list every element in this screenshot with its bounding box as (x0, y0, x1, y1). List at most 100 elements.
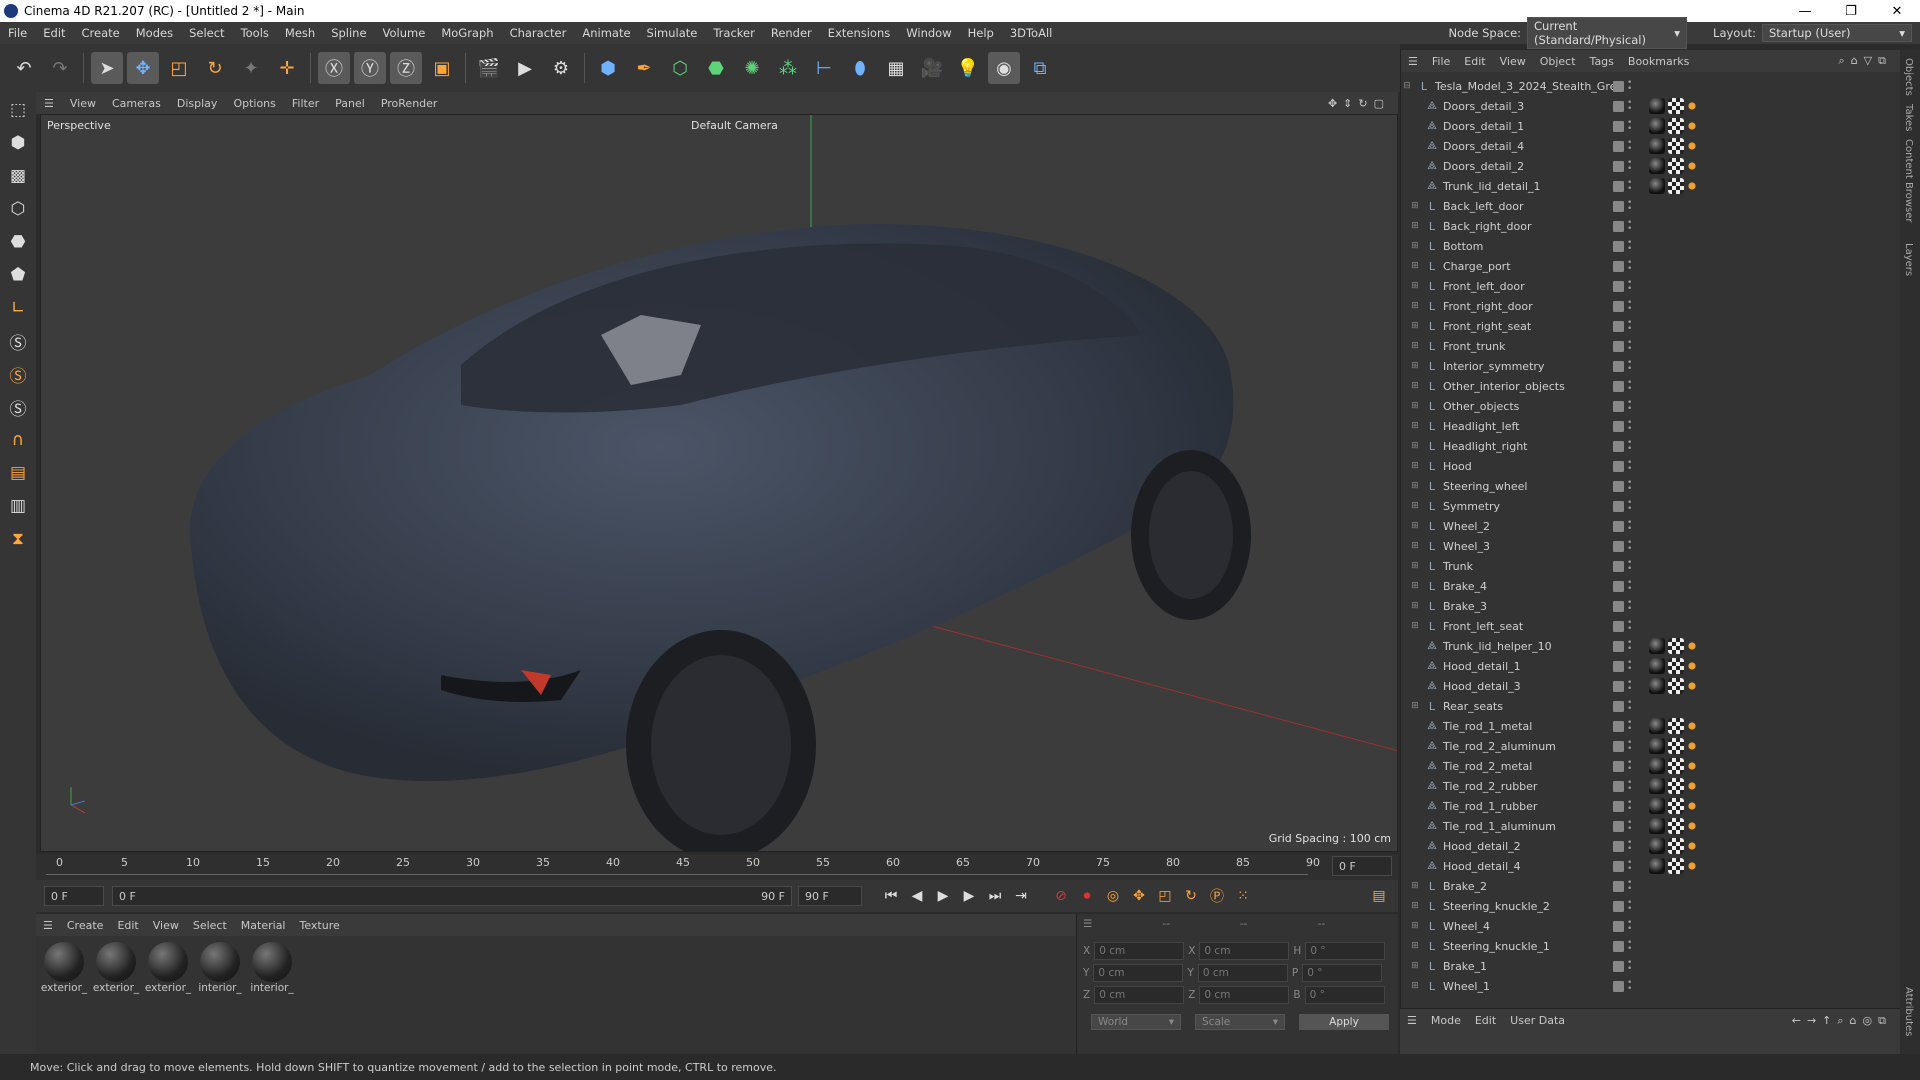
object-row[interactable]: ⊞ L Back_left_door • • (1401, 196, 1893, 216)
material-tag-icon[interactable] (1649, 638, 1665, 654)
expand-icon[interactable]: ⊞ (1409, 981, 1421, 991)
menu-3dtoall[interactable]: 3DToAll (1002, 26, 1061, 40)
layer-checkbox[interactable] (1613, 440, 1624, 452)
expand-icon[interactable]: ⊞ (1409, 261, 1421, 271)
hamburger-icon[interactable]: ☰ (1083, 918, 1092, 930)
hamburger-icon[interactable]: ☰ (1401, 55, 1425, 68)
material-tag-icon[interactable] (1649, 138, 1665, 154)
viewport-nav-icons[interactable]: ✥⇕↻▢ (1328, 97, 1398, 110)
3d-viewport[interactable]: Perspective Default Camera Grid Spacing … (40, 114, 1398, 852)
layer-checkbox[interactable] (1613, 80, 1624, 92)
visibility-dots[interactable]: • • (1627, 899, 1632, 914)
uvw-tag-icon[interactable] (1668, 818, 1684, 834)
object-row[interactable]: ⟁ Tie_rod_1_rubber • • (1401, 796, 1893, 816)
material-tag-icon[interactable] (1649, 658, 1665, 674)
object-row[interactable]: ⟁ Trunk_lid_helper_10 • • (1401, 636, 1893, 656)
phong-tag-icon[interactable] (1687, 798, 1697, 814)
undo-icon[interactable]: ↶ (8, 52, 40, 84)
layer-checkbox[interactable] (1613, 180, 1624, 192)
object-row[interactable]: ⊞ L Headlight_left • • (1401, 416, 1893, 436)
uvw-tag-icon[interactable] (1668, 178, 1684, 194)
timeline-ruler[interactable]: 0 5 10 15 20 25 30 35 40 45 50 55 60 65 … (36, 854, 1398, 880)
visibility-dots[interactable]: • • (1627, 699, 1632, 714)
expand-icon[interactable]: ⊞ (1409, 461, 1421, 471)
object-row[interactable]: ⊞ L Hood • • (1401, 456, 1893, 476)
menu-window[interactable]: Window (898, 26, 959, 40)
material-menu-view[interactable]: View (146, 919, 186, 932)
layer-checkbox[interactable] (1613, 580, 1624, 592)
visibility-dots[interactable]: • • (1627, 219, 1632, 234)
position-x-field[interactable]: 0 cm (1094, 942, 1185, 960)
uvw-tag-icon[interactable] (1668, 798, 1684, 814)
phong-tag-icon[interactable] (1687, 658, 1697, 674)
menu-edit[interactable]: Edit (35, 26, 73, 40)
live-selection-icon[interactable]: ✦ (235, 52, 267, 84)
object-row[interactable]: ⟁ Hood_detail_4 • • (1401, 856, 1893, 876)
visibility-dots[interactable]: • • (1627, 759, 1632, 774)
key-rotation-icon[interactable]: ↻ (1178, 883, 1204, 909)
menu-mograph[interactable]: MoGraph (433, 26, 501, 40)
visibility-dots[interactable]: • • (1627, 439, 1632, 454)
visibility-dots[interactable]: • • (1627, 499, 1632, 514)
tab-layers[interactable]: Layers (1903, 243, 1914, 276)
pen-spline-icon[interactable]: ✒ (628, 52, 660, 84)
phong-tag-icon[interactable] (1687, 678, 1697, 694)
layer-checkbox[interactable] (1613, 140, 1624, 152)
expand-icon[interactable]: ⊞ (1409, 341, 1421, 351)
object-row[interactable]: ⊞ L Front_right_seat • • (1401, 316, 1893, 336)
uvw-tag-icon[interactable] (1668, 138, 1684, 154)
tab-takes[interactable]: Takes (1903, 104, 1914, 131)
object-row[interactable]: ⊞ L Brake_2 • • (1401, 876, 1893, 896)
visibility-dots[interactable]: • • (1627, 419, 1632, 434)
phong-tag-icon[interactable] (1687, 818, 1697, 834)
key-scale-icon[interactable]: ◰ (1152, 883, 1178, 909)
object-row[interactable]: ⊞ L Brake_4 • • (1401, 576, 1893, 596)
edges-mode-icon[interactable]: ⬣ (3, 227, 33, 257)
layer-checkbox[interactable] (1613, 360, 1624, 372)
material-tag-icon[interactable] (1649, 118, 1665, 134)
visibility-dots[interactable]: • • (1627, 659, 1632, 674)
viewport-menu-options[interactable]: Options (225, 97, 283, 110)
object-menu-bookmarks[interactable]: Bookmarks (1621, 55, 1696, 68)
visibility-dots[interactable]: • • (1627, 399, 1632, 414)
visibility-dots[interactable]: • • (1627, 639, 1632, 654)
go-to-end-icon[interactable]: ⏭ (982, 883, 1008, 909)
texture-mode-icon[interactable]: ▩ (3, 161, 33, 191)
phong-tag-icon[interactable] (1687, 118, 1697, 134)
layer-checkbox[interactable] (1613, 620, 1624, 632)
step-back-icon[interactable]: ◀ (904, 883, 930, 909)
go-to-end-frame-icon[interactable]: ⇥ (1008, 883, 1034, 909)
visibility-dots[interactable]: • • (1627, 979, 1632, 994)
position-y-field[interactable]: 0 cm (1093, 964, 1184, 982)
expand-icon[interactable]: ⊞ (1409, 281, 1421, 291)
tab-attributes[interactable]: Attributes (1903, 987, 1914, 1036)
visibility-dots[interactable]: • • (1627, 359, 1632, 374)
object-manager-tool-icons[interactable]: ⌕⌂▽⧉ (1839, 54, 1900, 68)
tree-root-row[interactable]: ⊟ L Tesla_Model_3_2024_Stealth_Grey • • (1401, 76, 1893, 96)
coordinate-mode-dropdown[interactable]: World ▾ (1091, 1014, 1181, 1030)
object-row[interactable]: ⊞ L Front_trunk • • (1401, 336, 1893, 356)
visibility-dots[interactable]: • • (1627, 719, 1632, 734)
object-row[interactable]: ⊞ L Brake_1 • • (1401, 956, 1893, 976)
material-swatch[interactable]: exterior_ (93, 942, 139, 1048)
phong-tag-icon[interactable] (1687, 778, 1697, 794)
viewport-menu-display[interactable]: Display (169, 97, 226, 110)
viewport-menu-view[interactable]: View (62, 97, 104, 110)
object-row[interactable]: ⟁ Hood_detail_3 • • (1401, 676, 1893, 696)
material-menu-create[interactable]: Create (60, 919, 111, 932)
rotation-h-field[interactable]: 0 ° (1305, 942, 1386, 960)
object-row[interactable]: ⊞ L Front_left_door • • (1401, 276, 1893, 296)
object-row[interactable]: ⊞ L Wheel_4 • • (1401, 916, 1893, 936)
layer-checkbox[interactable] (1613, 220, 1624, 232)
object-menu-edit[interactable]: Edit (1457, 55, 1492, 68)
rotation-p-field[interactable]: 0 ° (1302, 964, 1383, 982)
material-tag-icon[interactable] (1649, 798, 1665, 814)
visibility-dots[interactable]: • • (1627, 99, 1632, 114)
menu-extensions[interactable]: Extensions (820, 26, 898, 40)
visibility-dots[interactable]: • • (1627, 319, 1632, 334)
visibility-dots[interactable]: • • (1627, 599, 1632, 614)
material-swatch[interactable]: exterior_ (145, 942, 191, 1048)
material-tag-icon[interactable] (1649, 818, 1665, 834)
material-tag-icon[interactable] (1649, 738, 1665, 754)
object-row[interactable]: ⟁ Tie_rod_2_metal • • (1401, 756, 1893, 776)
